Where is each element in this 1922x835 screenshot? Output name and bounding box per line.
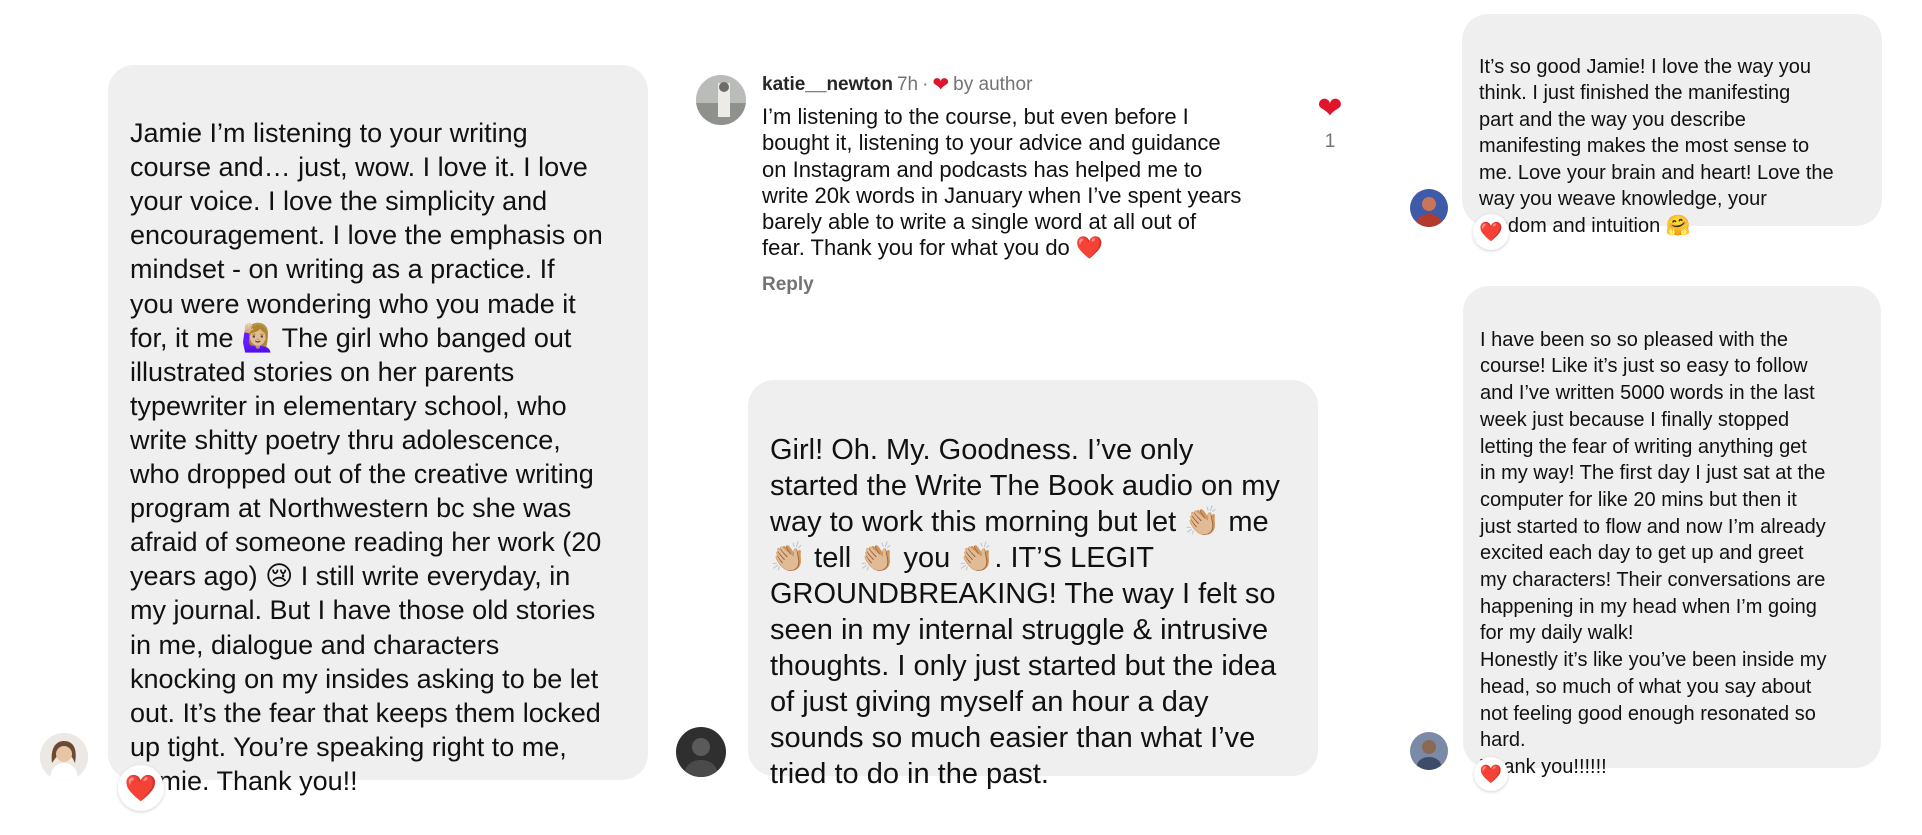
avatar-photo-icon xyxy=(1410,732,1448,770)
comment-text: Girl! Oh. My. Goodness. I’ve only starte… xyxy=(770,434,1280,790)
heart-icon: ❤️ xyxy=(1479,764,1503,784)
like-count: 1 xyxy=(1324,131,1336,152)
avatar-photo-icon xyxy=(676,727,726,777)
timestamp: 7h xyxy=(896,73,919,95)
by-author-label: by author xyxy=(953,73,1033,95)
reaction-badge[interactable]: ❤️ xyxy=(118,765,164,811)
avatar[interactable] xyxy=(1410,732,1448,770)
comment-bubble: It’s so good Jamie! I love the way you t… xyxy=(1462,14,1882,237)
avatar[interactable] xyxy=(40,733,88,781)
like-heart-icon[interactable]: ❤ xyxy=(1310,94,1350,124)
comment-text: Jamie I’m listening to your writing cour… xyxy=(130,118,603,796)
avatar-photo-icon xyxy=(40,733,88,781)
avatar[interactable] xyxy=(1410,189,1448,227)
comment-text: I’m listening to the course, but even be… xyxy=(762,104,1242,261)
reaction-badge[interactable]: ❤️ xyxy=(1473,214,1509,250)
username-link[interactable]: katie__newton xyxy=(762,74,893,96)
comment-text: It’s so good Jamie! I love the way you t… xyxy=(1479,55,1834,237)
avatar[interactable] xyxy=(676,727,726,777)
avatar-photo-icon xyxy=(696,75,746,125)
thread-comment: katie__newton 7h · ❤ by author I’m liste… xyxy=(762,72,1322,296)
comment-meta: katie__newton 7h · ❤ by author xyxy=(762,72,1322,97)
like-control: ❤ 1 xyxy=(1310,94,1350,153)
reaction-badge[interactable]: ❤️ xyxy=(1474,757,1508,791)
comment-bubble: I have been so so pleased with the cours… xyxy=(1463,286,1881,778)
comment-bubble: Girl! Oh. My. Goodness. I’ve only starte… xyxy=(748,380,1318,790)
liked-by-author-heart-icon: ❤ xyxy=(932,74,950,96)
avatar-photo-icon xyxy=(1410,189,1448,227)
comment-bubble: Jamie I’m listening to your writing cour… xyxy=(108,65,648,796)
comment-text: I have been so so pleased with the cours… xyxy=(1480,328,1827,778)
heart-icon: ❤️ xyxy=(124,773,158,803)
reply-button[interactable]: Reply xyxy=(762,274,1322,296)
avatar[interactable] xyxy=(696,75,746,125)
meta-separator: · xyxy=(922,73,929,95)
heart-icon: ❤️ xyxy=(1479,221,1503,243)
